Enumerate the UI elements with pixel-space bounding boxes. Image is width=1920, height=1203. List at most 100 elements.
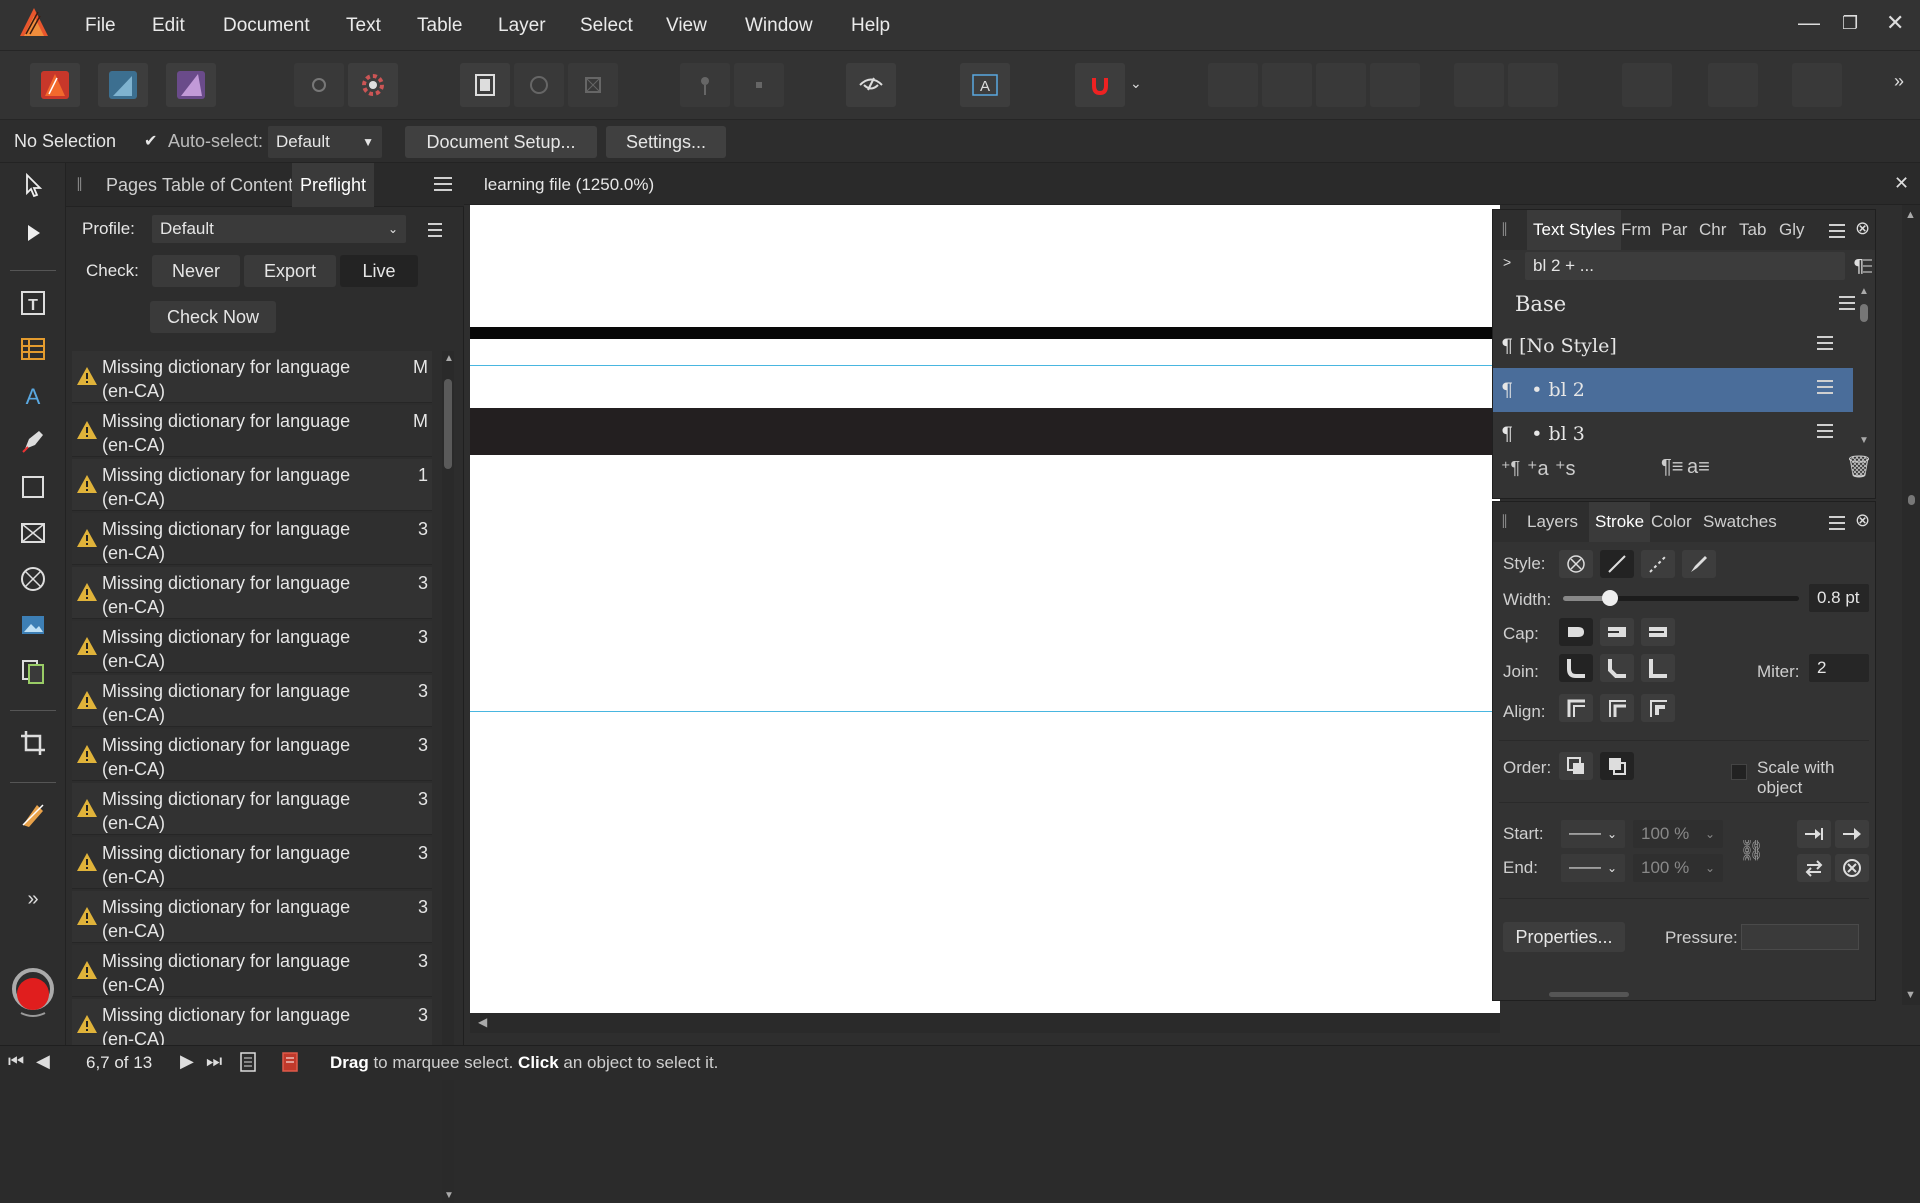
- tab-table-of-contents[interactable]: Table of Contents: [162, 175, 302, 196]
- auto-select-dropdown[interactable]: Default ▼: [268, 126, 382, 158]
- move-tool[interactable]: [15, 167, 51, 203]
- align-outside-button[interactable]: [1641, 694, 1675, 722]
- style-menu-icon[interactable]: [1839, 296, 1855, 310]
- check-never-button[interactable]: Never: [152, 255, 240, 287]
- align-inside-button[interactable]: [1600, 694, 1634, 722]
- frame-text-tool[interactable]: T: [15, 285, 51, 321]
- menu-window[interactable]: Window: [745, 15, 813, 37]
- panel-menu-icon[interactable]: [1829, 516, 1845, 534]
- order-front-button[interactable]: [1600, 752, 1634, 780]
- join-bevel-button[interactable]: [1600, 654, 1634, 682]
- first-page-icon[interactable]: ⏮: [8, 1051, 24, 1072]
- color-selector[interactable]: [11, 963, 55, 1019]
- distribute-button-2[interactable]: [1708, 63, 1758, 107]
- join-miter-button[interactable]: [1641, 654, 1675, 682]
- swap-arrowheads-button[interactable]: [1797, 854, 1831, 882]
- tab-text-styles[interactable]: Text Styles: [1527, 210, 1622, 250]
- minimize-icon[interactable]: —: [1798, 10, 1820, 36]
- apply-style-icon[interactable]: ¶≡: [1661, 456, 1683, 479]
- artistic-text-tool[interactable]: A: [15, 377, 51, 413]
- text-style-row[interactable]: ¶ • bl 2: [1493, 368, 1853, 412]
- link-scale-icon[interactable]: ⛓: [1739, 838, 1764, 863]
- distribute-button-1[interactable]: [1622, 63, 1672, 107]
- preflight-issue-row[interactable]: Missing dictionary for language (en-CA) 3: [72, 837, 432, 889]
- panel-scroll-thumb[interactable]: [1549, 992, 1629, 997]
- profile-dropdown[interactable]: Default ⌄: [152, 215, 406, 243]
- preflight-issue-row[interactable]: Missing dictionary for language (en-CA) 1: [72, 459, 432, 511]
- picture-frame-tool[interactable]: [15, 515, 51, 551]
- close-panel-icon[interactable]: ⊗: [1855, 218, 1870, 239]
- pen-tool[interactable]: [15, 423, 51, 459]
- cap-butt-button[interactable]: [1559, 618, 1593, 646]
- scroll-left-icon[interactable]: ◀: [478, 1015, 487, 1029]
- panel-menu-icon[interactable]: [1829, 224, 1845, 242]
- remove-arrowheads-button[interactable]: [1835, 854, 1869, 882]
- close-document-icon[interactable]: ✕: [1894, 173, 1909, 194]
- new-style-icon[interactable]: ¶: [1851, 254, 1873, 278]
- restore-icon[interactable]: ❐: [1842, 13, 1858, 34]
- panel-menu-icon[interactable]: [434, 177, 452, 195]
- width-slider[interactable]: [1563, 590, 1799, 606]
- text-frame-button[interactable]: A: [960, 63, 1010, 107]
- anchor-button[interactable]: [734, 63, 784, 107]
- menu-edit[interactable]: Edit: [152, 15, 185, 37]
- arrange-button-4[interactable]: [1370, 63, 1420, 107]
- settings-button[interactable]: Settings...: [606, 126, 726, 158]
- properties-button[interactable]: Properties...: [1503, 922, 1625, 952]
- tab-preflight[interactable]: Preflight: [292, 163, 375, 207]
- arrowhead-end-button[interactable]: [1797, 820, 1831, 848]
- new-character-style-icon[interactable]: ⁺a: [1527, 456, 1549, 481]
- toolbar-overflow-icon[interactable]: »: [1894, 71, 1904, 92]
- preflight-issue-row[interactable]: Missing dictionary for language (en-CA) 3: [72, 567, 432, 619]
- menu-view[interactable]: View: [666, 15, 707, 37]
- close-panel-icon[interactable]: ⊗: [1855, 510, 1870, 531]
- preflight-issue-row[interactable]: Missing dictionary for language (en-CA) M: [72, 405, 432, 457]
- tab-layers[interactable]: Layers: [1527, 512, 1578, 532]
- photo-persona-button[interactable]: [166, 63, 216, 107]
- menu-table[interactable]: Table: [417, 15, 462, 37]
- order-behind-button[interactable]: [1559, 752, 1593, 780]
- preflight-issue-row[interactable]: Missing dictionary for language (en-CA) 3: [72, 729, 432, 781]
- style-group-base[interactable]: Base: [1493, 284, 1875, 322]
- distribute-button-3[interactable]: [1792, 63, 1842, 107]
- document-setup-button[interactable]: Document Setup...: [405, 126, 597, 158]
- next-page-icon[interactable]: ▶: [180, 1051, 194, 1072]
- arrowhead-beyond-button[interactable]: [1835, 820, 1869, 848]
- stroke-none-button[interactable]: [1559, 550, 1593, 578]
- preflight-issue-row[interactable]: Missing dictionary for language (en-CA) 3: [72, 675, 432, 727]
- delete-style-icon[interactable]: 🗑: [1845, 454, 1873, 480]
- preflight-status-icon[interactable]: [280, 1051, 300, 1073]
- document-tab-title[interactable]: learning file (1250.0%): [484, 175, 654, 195]
- preflight-issue-row[interactable]: Missing dictionary for language (en-CA) 3: [72, 945, 432, 997]
- menu-document[interactable]: Document: [223, 15, 310, 37]
- arrange-button-2[interactable]: [1262, 63, 1312, 107]
- preflight-issue-row[interactable]: Missing dictionary for language (en-CA) 3: [72, 513, 432, 565]
- preflight-issue-row[interactable]: Missing dictionary for language (en-CA) 3: [72, 999, 432, 1051]
- node-tool[interactable]: [15, 215, 51, 251]
- tab-chr[interactable]: Chr: [1699, 220, 1726, 240]
- style-menu-icon[interactable]: [1817, 336, 1833, 350]
- color-picker-tool[interactable]: [15, 653, 51, 689]
- designer-persona-button[interactable]: [98, 63, 148, 107]
- rectangle-tool[interactable]: [15, 469, 51, 505]
- pin-button[interactable]: [680, 63, 730, 107]
- join-round-button[interactable]: [1559, 654, 1593, 682]
- start-scale-dropdown[interactable]: 100 % ⌄: [1633, 820, 1723, 848]
- style-search-field[interactable]: bl 2 + ...: [1525, 252, 1845, 280]
- tab-par[interactable]: Par: [1661, 220, 1687, 240]
- menu-select[interactable]: Select: [580, 15, 633, 37]
- menu-layer[interactable]: Layer: [498, 15, 546, 37]
- style-menu-icon[interactable]: [1817, 380, 1833, 394]
- snapping-dropdown-chevron-icon[interactable]: ⌄: [1130, 75, 1142, 92]
- tab-frm[interactable]: Frm: [1621, 220, 1651, 240]
- preflight-issue-row[interactable]: Missing dictionary for language (en-CA) 3: [72, 621, 432, 673]
- text-style-row[interactable]: ¶ [No Style]: [1493, 324, 1853, 368]
- align-button-2[interactable]: [1508, 63, 1558, 107]
- publisher-persona-button[interactable]: [30, 63, 80, 107]
- arrange-button-3[interactable]: [1316, 63, 1366, 107]
- document-page[interactable]: [470, 205, 1500, 1013]
- pressure-graph[interactable]: [1741, 924, 1859, 950]
- end-arrowhead-dropdown[interactable]: —— ⌄: [1561, 854, 1625, 882]
- start-arrowhead-dropdown[interactable]: —— ⌄: [1561, 820, 1625, 848]
- stroke-solid-button[interactable]: [1600, 550, 1634, 578]
